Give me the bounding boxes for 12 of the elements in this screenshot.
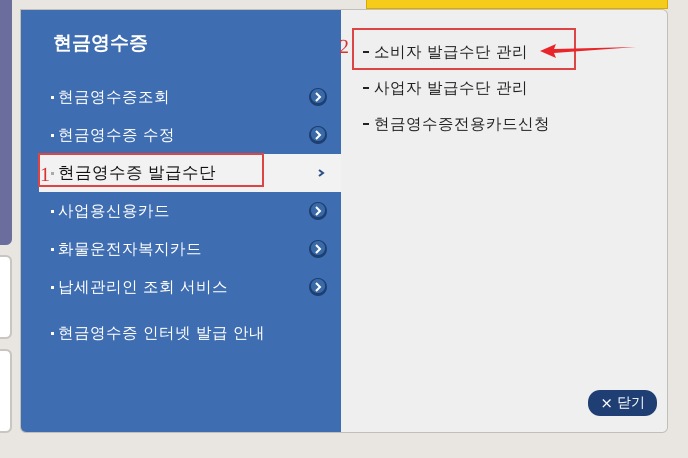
menu-item[interactable]: 납세관리인 조회 서비스	[21, 268, 341, 306]
submenu-item[interactable]: 소비자 발급수단 관리	[353, 34, 667, 70]
menu-title: 현금영수증	[53, 31, 148, 56]
menu-item[interactable]: 화물운전자복지카드	[21, 230, 341, 268]
close-button[interactable]: × 닫기	[588, 390, 657, 416]
annotation-number: 1	[40, 165, 50, 185]
submenu-item[interactable]: 현금영수증전용카드신청	[353, 106, 667, 142]
menu-item[interactable]: 현금영수증 인터넷 발급 안내	[21, 314, 341, 352]
menu-item[interactable]: 현금영수증조회	[21, 78, 341, 116]
menu-item[interactable]: 현금영수증 수정	[21, 116, 341, 154]
menu-item[interactable]: 사업용신용카드	[21, 192, 341, 230]
submenu-item[interactable]: 사업자 발급수단 관리	[353, 70, 667, 106]
